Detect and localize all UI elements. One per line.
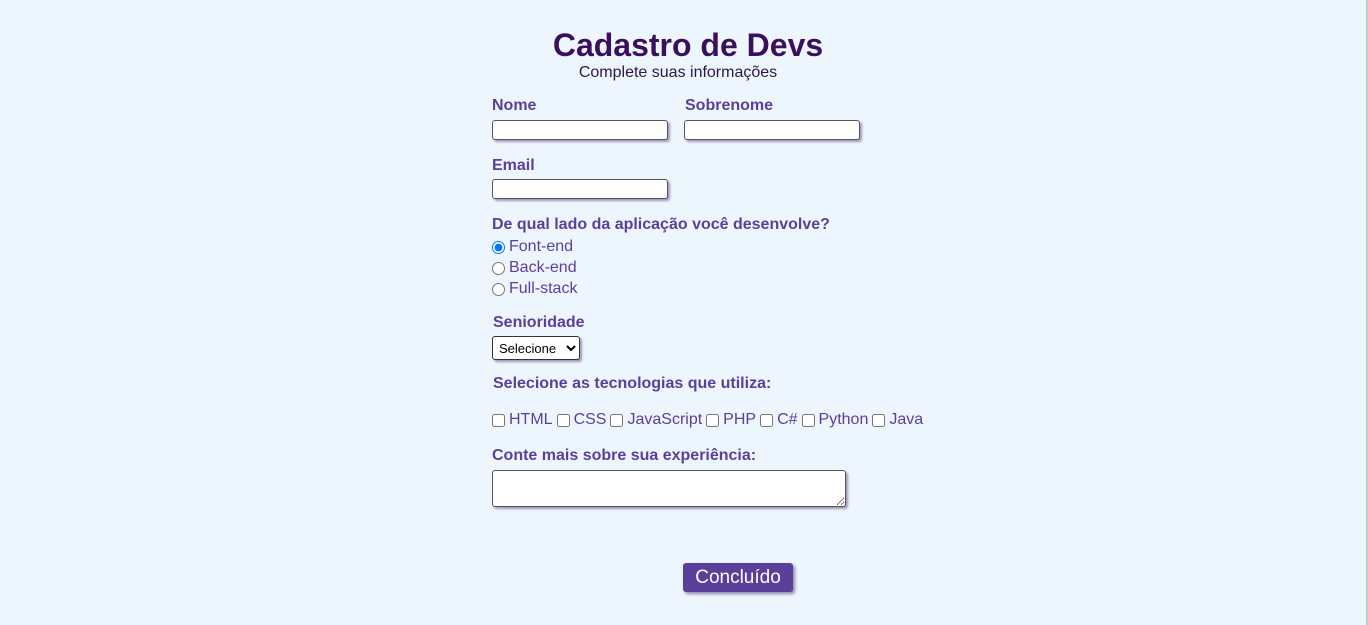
radio-label-frontend: Font-end xyxy=(509,238,574,255)
lado-question: De qual lado da aplicação você desenvolv… xyxy=(492,216,830,233)
tech-label-csharp: C# xyxy=(777,411,798,428)
radio-option-backend[interactable]: Back-end xyxy=(492,258,577,278)
radio-label-fullstack: Full-stack xyxy=(509,280,578,297)
radio-option-frontend[interactable]: Font-end xyxy=(492,237,573,257)
experiencia-textarea[interactable] xyxy=(492,470,846,507)
csharp-checkbox[interactable] xyxy=(760,413,774,427)
sobrenome-input[interactable] xyxy=(684,120,860,140)
html-checkbox[interactable] xyxy=(492,413,505,427)
tech-option-csharp[interactable]: C# xyxy=(760,410,798,430)
tecnologias-label: Selecione as tecnologias que utiliza: xyxy=(493,375,772,392)
backend-radio[interactable] xyxy=(492,261,505,275)
tech-option-php[interactable]: PHP xyxy=(706,410,756,430)
tech-option-java[interactable]: Java xyxy=(872,410,923,430)
radio-label-backend: Back-end xyxy=(509,259,577,276)
email-label: Email xyxy=(492,157,535,174)
concluido-button[interactable]: Concluído xyxy=(683,563,793,592)
fullstack-radio[interactable] xyxy=(492,282,505,296)
page-title: Cadastro de Devs xyxy=(552,27,824,63)
tech-option-css[interactable]: CSS xyxy=(556,410,607,430)
tecnologias-group: HTML CSS JavaScript PHP C# Python Java xyxy=(492,410,927,430)
tech-label-python: Python xyxy=(818,411,869,428)
tech-option-python[interactable]: Python xyxy=(801,410,869,430)
senioridade-label: Senioridade xyxy=(493,314,585,331)
page-subtitle: Complete suas informações xyxy=(578,64,778,81)
sobrenome-label: Sobrenome xyxy=(685,97,774,114)
senioridade-select[interactable]: Selecione xyxy=(492,336,580,360)
php-checkbox[interactable] xyxy=(706,413,720,427)
tech-label-css: CSS xyxy=(573,411,607,428)
tech-label-php: PHP xyxy=(723,411,757,428)
frontend-radio[interactable] xyxy=(492,240,505,254)
nome-label: Nome xyxy=(492,97,537,114)
css-checkbox[interactable] xyxy=(556,413,570,427)
experiencia-label: Conte mais sobre sua experiência: xyxy=(492,447,757,464)
java-checkbox[interactable] xyxy=(872,413,886,427)
radio-option-fullstack[interactable]: Full-stack xyxy=(492,279,577,299)
nome-input[interactable] xyxy=(492,120,668,140)
tech-option-html[interactable]: HTML xyxy=(492,410,553,430)
python-checkbox[interactable] xyxy=(801,413,815,427)
tech-label-java: Java xyxy=(889,411,924,428)
tech-label-html: HTML xyxy=(509,411,553,428)
javascript-checkbox[interactable] xyxy=(610,413,624,427)
tech-option-javascript[interactable]: JavaScript xyxy=(610,410,702,430)
email-input[interactable] xyxy=(492,179,668,199)
tech-label-javascript: JavaScript xyxy=(627,411,703,428)
